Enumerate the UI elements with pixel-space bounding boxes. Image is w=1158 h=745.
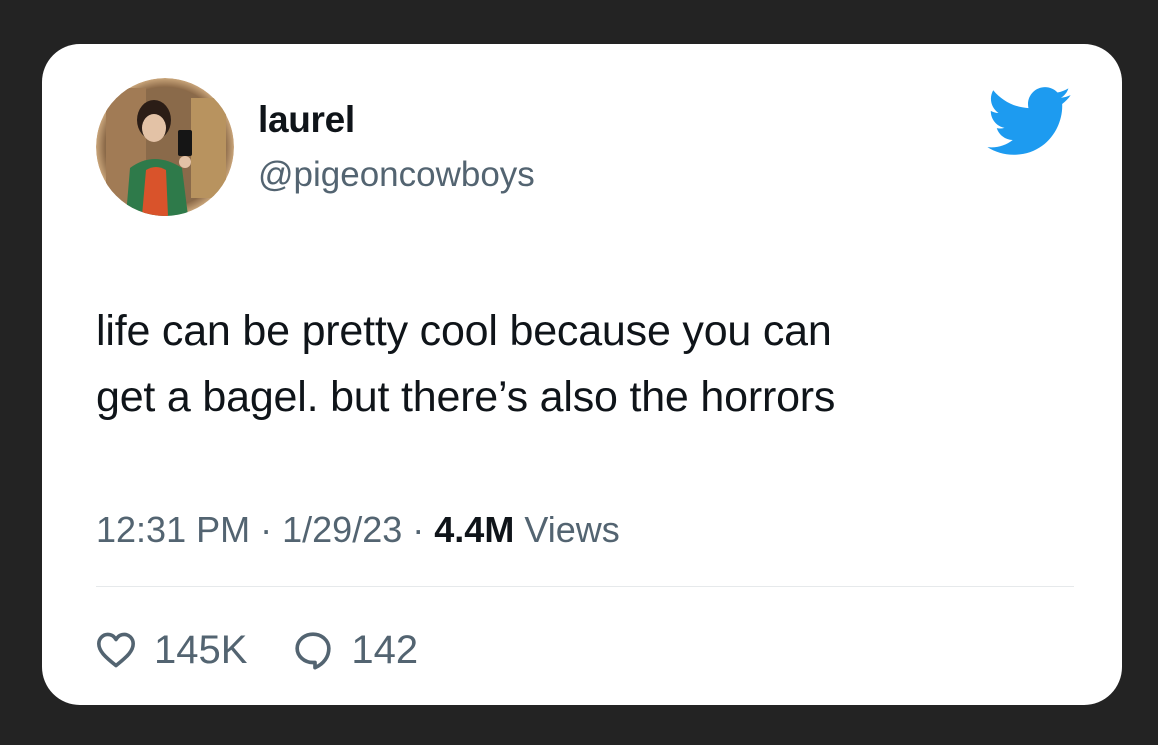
reply-count: 142 xyxy=(351,628,419,672)
tweet-text-line: life can be pretty cool because you can xyxy=(96,307,832,355)
twitter-bird-icon xyxy=(987,87,1071,155)
tweet-card: laurel @pigeoncowboys life can be pretty… xyxy=(42,44,1122,705)
avatar[interactable] xyxy=(96,78,234,216)
tweet-date[interactable]: 1/29/23 xyxy=(282,509,402,550)
user-handle[interactable]: @pigeoncowboys xyxy=(258,154,535,196)
tweet-text: life can be pretty cool because you can … xyxy=(96,298,1076,430)
like-count: 145K xyxy=(154,628,248,672)
views-count: 4.4M xyxy=(434,509,515,550)
tweet-text-line: get a bagel. but there’s also the horror… xyxy=(96,373,836,421)
tweet-time[interactable]: 12:31 PM xyxy=(96,509,250,550)
tweet-actions: 145K 142 xyxy=(96,622,464,678)
heart-icon xyxy=(97,632,135,668)
tweet-meta: 12:31 PM · 1/29/23 · 4.4M Views xyxy=(96,508,620,552)
speech-bubble-icon xyxy=(295,632,332,670)
views-label: Views xyxy=(524,509,620,550)
display-name[interactable]: laurel xyxy=(258,98,355,142)
meta-separator: · xyxy=(260,509,273,550)
avatar-image xyxy=(96,78,234,216)
reply-button[interactable]: 142 xyxy=(293,626,418,674)
divider xyxy=(96,586,1074,587)
like-button[interactable]: 145K xyxy=(96,626,247,674)
meta-separator: · xyxy=(412,509,425,550)
